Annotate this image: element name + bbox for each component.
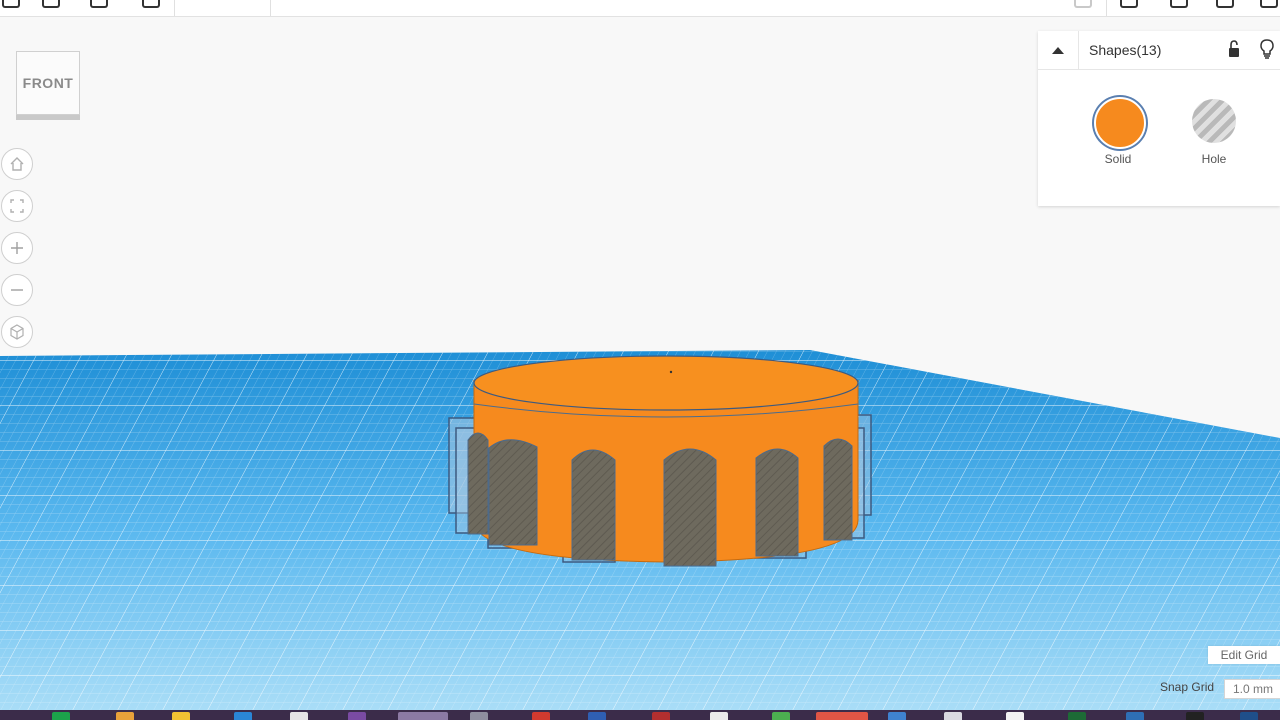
rotate-icon[interactable] (1170, 0, 1188, 8)
zoom-in-icon (11, 242, 23, 254)
app-icon[interactable] (944, 712, 962, 720)
app-icon[interactable] (52, 712, 70, 720)
rotate-icon[interactable] (1120, 0, 1138, 8)
toolbar-divider (1106, 0, 1107, 16)
app-icon[interactable] (1126, 712, 1144, 720)
view-cube[interactable]: FRONT (16, 51, 80, 115)
app-icon[interactable] (888, 712, 906, 720)
hole-label: Hole (1201, 152, 1227, 166)
delete-icon[interactable] (142, 0, 160, 8)
fit-view-button[interactable] (1, 190, 33, 222)
perspective-button[interactable] (1, 316, 33, 348)
triangle-up-icon (1052, 47, 1064, 54)
app-icon[interactable] (1186, 712, 1204, 720)
app-icon[interactable] (470, 712, 488, 720)
app-icon[interactable] (588, 712, 606, 720)
zoom-out-icon (11, 289, 23, 291)
browser-icon[interactable] (234, 712, 252, 720)
fit-view-icon (10, 199, 24, 213)
edit-icon[interactable] (42, 0, 60, 8)
snap-grid-label: Snap Grid (1160, 680, 1215, 694)
app-icon[interactable] (652, 712, 670, 720)
shape-inspector-panel: Shapes(13) Solid Hole (1038, 31, 1280, 206)
view-cube-face-label: FRONT (22, 75, 74, 91)
new-design-icon[interactable] (2, 0, 20, 8)
app-icon[interactable] (710, 712, 728, 720)
top-toolbar (0, 0, 1280, 17)
app-icon[interactable] (116, 712, 134, 720)
inspector-title: Shapes(13) (1089, 42, 1162, 58)
app-icon[interactable] (532, 712, 550, 720)
layers-icon[interactable] (90, 0, 108, 8)
lightbulb-icon[interactable] (1260, 39, 1274, 59)
folder-icon[interactable] (172, 712, 190, 720)
app-icon[interactable] (1240, 712, 1258, 720)
app-icon[interactable] (398, 712, 448, 720)
toolbar-divider (174, 0, 175, 16)
perspective-icon (10, 324, 24, 340)
home-icon (10, 157, 24, 171)
app-icon[interactable] (348, 712, 366, 720)
solid-color-swatch[interactable] (1094, 97, 1146, 149)
snap-grid-select[interactable]: 1.0 mm (1224, 679, 1280, 699)
lock-icon[interactable] (1228, 40, 1240, 58)
home-view-button[interactable] (1, 148, 33, 180)
os-taskbar (0, 710, 1280, 720)
toolbar-divider (270, 0, 271, 16)
snap-grid-value: 1.0 mm (1232, 682, 1273, 696)
app-icon[interactable] (1006, 712, 1024, 720)
zoom-out-button[interactable] (1, 274, 33, 306)
solid-label: Solid (1104, 152, 1132, 166)
hole-swatch[interactable] (1192, 99, 1236, 143)
zoom-in-button[interactable] (1, 232, 33, 264)
collapse-inspector-button[interactable] (1038, 31, 1079, 69)
app-icon[interactable] (772, 712, 790, 720)
app-icon[interactable] (1068, 712, 1086, 720)
align-icon[interactable] (1216, 0, 1234, 8)
edit-grid-button[interactable]: Edit Grid (1208, 646, 1280, 664)
app-icon[interactable] (816, 712, 868, 720)
mirror-icon[interactable] (1260, 0, 1278, 8)
light-icon[interactable] (1074, 0, 1092, 8)
app-icon[interactable] (290, 712, 308, 720)
inspector-header: Shapes(13) (1038, 31, 1280, 70)
edit-grid-label: Edit Grid (1220, 648, 1268, 662)
